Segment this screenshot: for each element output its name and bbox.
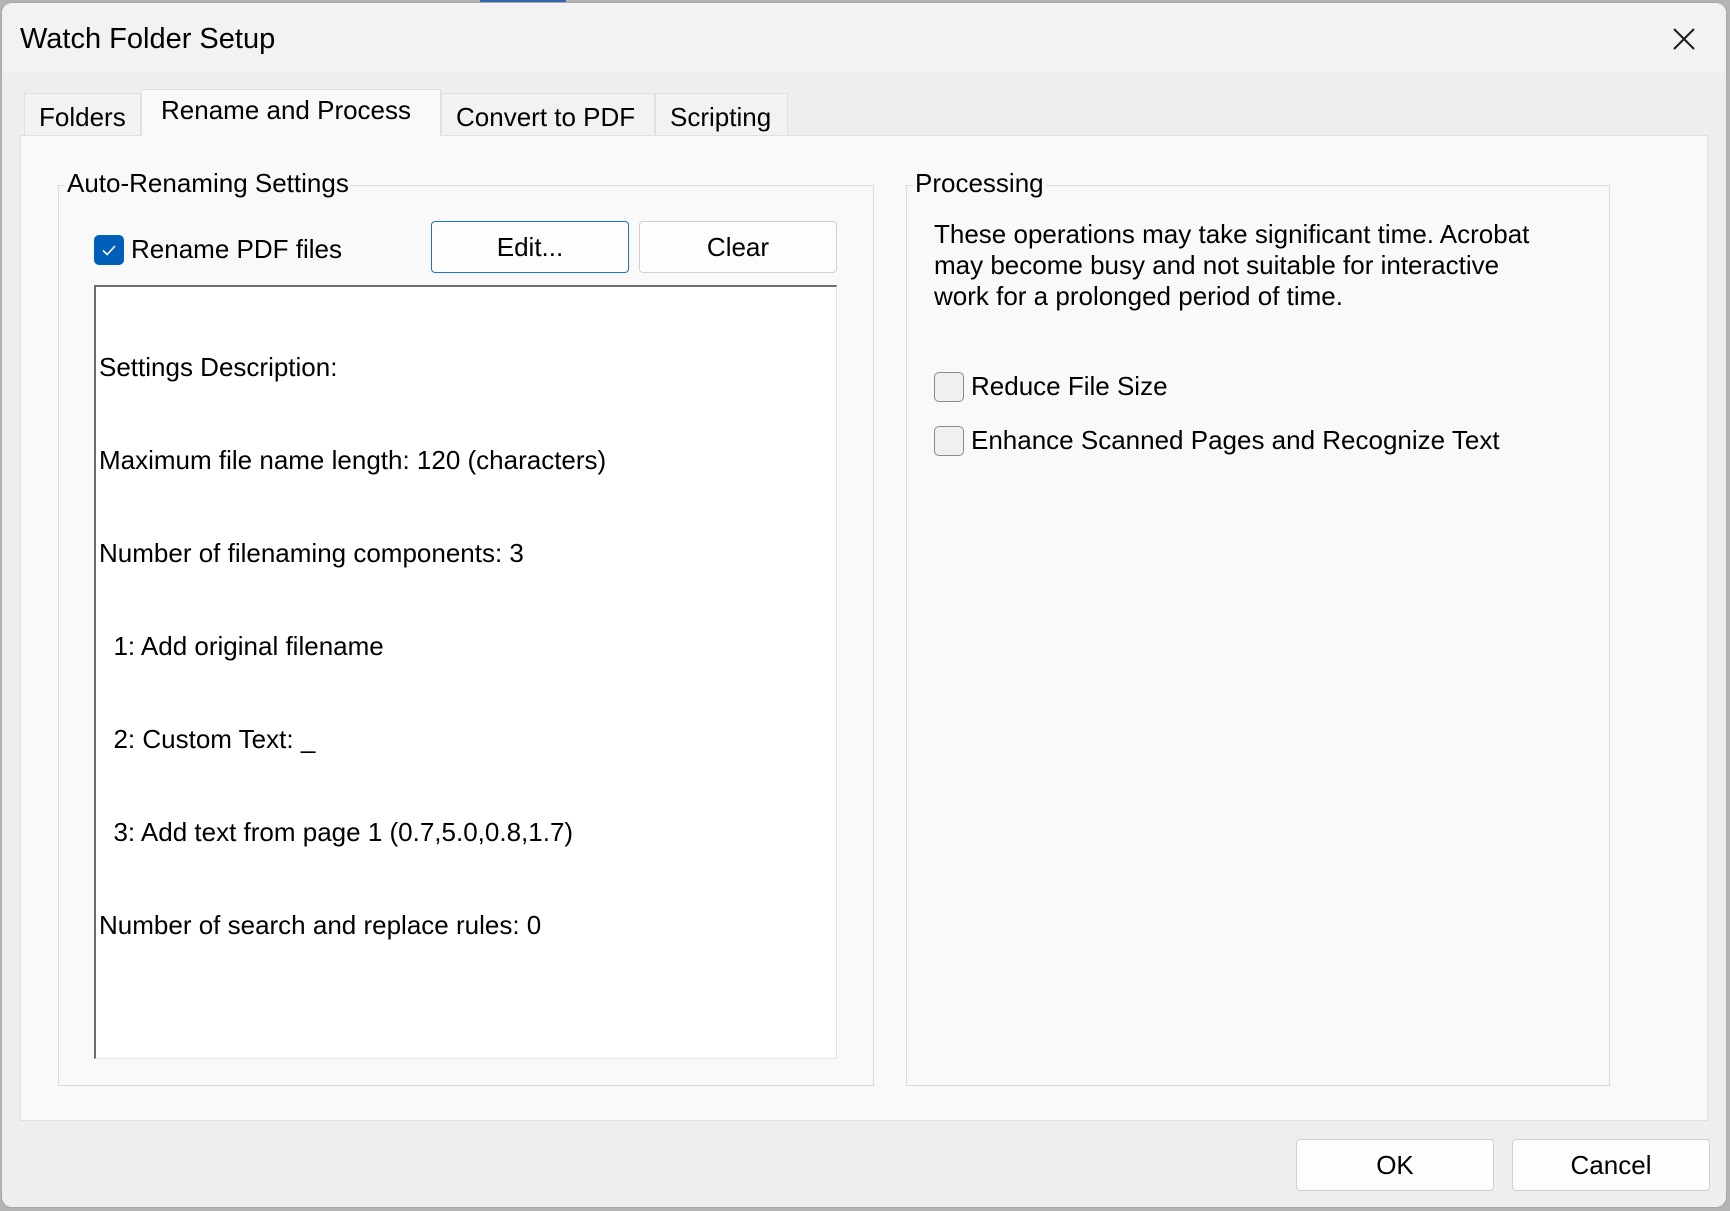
processing-group: Processing These operations may take sig… xyxy=(906,168,1610,1086)
info-line: may become busy and not suitable for int… xyxy=(934,250,1500,280)
tab-label: Rename and Process xyxy=(161,95,412,125)
tab-label: Convert to PDF xyxy=(456,102,636,132)
settings-description-textarea[interactable]: Settings Description: Maximum file name … xyxy=(94,285,837,1059)
rename-pdf-files-checkbox[interactable]: Rename PDF files xyxy=(94,234,342,265)
description-line: 2: Custom Text: _ xyxy=(99,724,316,754)
close-icon xyxy=(1673,28,1695,50)
checkbox-unchecked[interactable] xyxy=(934,371,964,402)
checkbox-label: Reduce File Size xyxy=(971,371,1168,401)
clear-button[interactable]: Clear xyxy=(639,221,837,273)
tab-panel-rename-and-process: Auto-Renaming Settings Rename PDF files … xyxy=(20,135,1708,1121)
auto-renaming-settings-group: Auto-Renaming Settings Rename PDF files … xyxy=(58,168,874,1086)
description-line: Number of search and replace rules: 0 xyxy=(99,910,542,940)
checkmark-icon xyxy=(102,244,116,256)
checkbox-label: Enhance Scanned Pages and Recognize Text xyxy=(971,425,1500,455)
info-line: These operations may take significant ti… xyxy=(934,219,1530,249)
group-label: Auto-Renaming Settings xyxy=(65,168,351,199)
checkbox-label: Rename PDF files xyxy=(131,234,342,264)
info-line: work for a prolonged period of time. xyxy=(934,281,1343,311)
description-line: Number of filenaming components: 3 xyxy=(99,538,524,568)
checkbox-checked[interactable] xyxy=(94,234,124,265)
description-line: 3: Add text from page 1 (0.7,5.0,0.8,1.7… xyxy=(99,817,574,847)
watch-folder-setup-dialog: Watch Folder Setup Folders Rename and Pr… xyxy=(2,3,1726,1207)
close-button[interactable] xyxy=(1656,15,1712,63)
tab-label: Scripting xyxy=(670,102,772,132)
tab-scripting[interactable]: Scripting xyxy=(655,93,788,136)
group-label: Processing xyxy=(913,168,1046,199)
processing-info-text: These operations may take significant ti… xyxy=(934,219,1529,312)
description-line: Maximum file name length: 120 (character… xyxy=(99,445,607,475)
tab-rename-and-process[interactable]: Rename and Process xyxy=(141,89,441,137)
reduce-file-size-checkbox[interactable]: Reduce File Size xyxy=(934,371,1168,402)
title-bar: Watch Folder Setup xyxy=(2,3,1726,73)
cancel-button-label: Cancel xyxy=(1570,1149,1652,1180)
description-line: Settings Description: xyxy=(99,352,338,382)
tab-folders[interactable]: Folders xyxy=(24,93,141,136)
description-line: 1: Add original filename xyxy=(99,631,384,661)
checkbox-unchecked[interactable] xyxy=(934,425,964,456)
tab-label: Folders xyxy=(39,102,126,132)
edit-button[interactable]: Edit... xyxy=(431,221,629,273)
cancel-button[interactable]: Cancel xyxy=(1512,1139,1710,1191)
edit-button-label: Edit... xyxy=(496,231,564,262)
ok-button[interactable]: OK xyxy=(1296,1139,1494,1191)
enhance-scanned-pages-checkbox[interactable]: Enhance Scanned Pages and Recognize Text xyxy=(934,425,1500,456)
tab-convert-to-pdf[interactable]: Convert to PDF xyxy=(441,93,655,136)
ok-button-label: OK xyxy=(1376,1149,1414,1180)
dialog-title: Watch Folder Setup xyxy=(20,23,276,55)
clear-button-label: Clear xyxy=(706,231,770,262)
